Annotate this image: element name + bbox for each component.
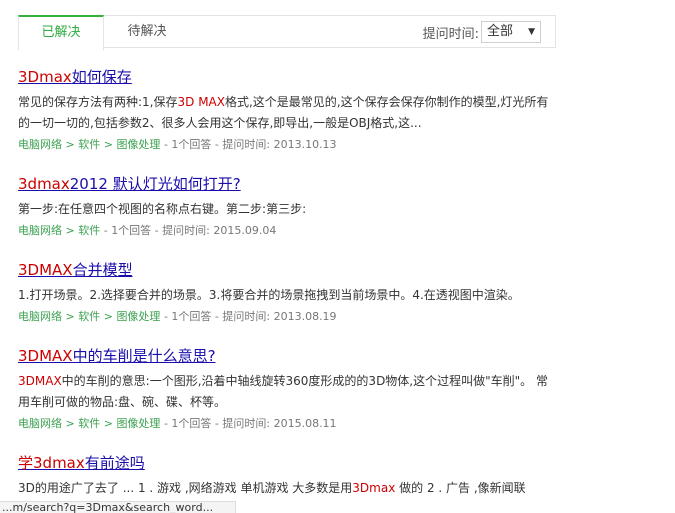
time-filter: 提问时间: 全部 ▼ <box>423 21 541 43</box>
answer-count: 1个回答 <box>171 310 212 323</box>
category-link[interactable]: 图像处理 <box>116 417 160 430</box>
ask-time: 提问时间: 2013.08.19 <box>222 310 337 323</box>
category-link[interactable]: 软件 <box>78 138 100 151</box>
ask-time: 提问时间: 2015.09.04 <box>162 224 277 237</box>
answer-count: 1个回答 <box>171 417 212 430</box>
time-filter-label: 提问时间: <box>422 26 479 42</box>
tab-bar: 已解决 待解决 提问时间: 全部 ▼ <box>18 15 556 50</box>
tab-solved[interactable]: 已解决 <box>18 15 104 50</box>
result-meta: 电脑网络 > 软件 > 图像处理 - 1个回答 - 提问时间: 2013.10.… <box>18 138 337 151</box>
title-highlight: 学3dmax <box>18 454 85 472</box>
title-text: 如何保存 <box>71 68 132 86</box>
result-snippet: 常见的保存方法有两种:1,保存3D MAX格式,这个是最常见的,这个保存会保存你… <box>18 95 549 130</box>
result-meta: 电脑网络 > 软件 > 图像处理 - 1个回答 - 提问时间: 2015.08.… <box>18 417 337 430</box>
result-title-link[interactable]: 3Dmax如何保存 <box>18 67 132 87</box>
title-highlight: 3DMAX <box>18 347 73 365</box>
browser-status-bar: ...m/search?q=3Dmax&search_word... <box>0 501 236 513</box>
result-item: 3DMAX中的车削是什么意思? 3DMAX中的车削的意思:一个图形,沿着中轴线旋… <box>18 346 558 433</box>
answer-count: 1个回答 <box>171 138 212 151</box>
result-meta: 电脑网络 > 软件 > 图像处理 - 1个回答 - 提问时间: 2013.08.… <box>18 310 337 323</box>
result-snippet: 1.打开场景。2.选择要合并的场景。3.将要合并的场景拖拽到当前场景中。4.在透… <box>18 288 520 302</box>
ask-time: 提问时间: 2015.08.11 <box>222 417 337 430</box>
title-highlight: 3DMAX <box>18 261 73 279</box>
title-text: 有前途吗 <box>84 454 145 472</box>
status-url: ...m/search?q=3Dmax&search_word... <box>2 501 214 513</box>
result-item: 3Dmax如何保存 常见的保存方法有两种:1,保存3D MAX格式,这个是最常见… <box>18 67 558 154</box>
answer-count: 1个回答 <box>111 224 152 237</box>
result-title-link[interactable]: 3DMAX合并模型 <box>18 260 133 280</box>
time-filter-select[interactable]: 全部 ▼ <box>481 21 541 43</box>
category-link[interactable]: 电脑网络 <box>18 224 62 237</box>
category-link[interactable]: 电脑网络 <box>18 417 62 430</box>
result-snippet: 第一步:在任意四个视图的名称点右键。第二步:第三步: <box>18 202 307 216</box>
category-link[interactable]: 图像处理 <box>116 138 160 151</box>
title-text: 2012 默认灯光如何打开? <box>69 175 241 193</box>
result-snippet: 3DMAX中的车削的意思:一个图形,沿着中轴线旋转360度形成的的3D物体,这个… <box>18 374 548 409</box>
result-snippet: 3D的用途广了去了 ... 1 . 游戏 ,网络游戏 单机游戏 大多数是用3Dm… <box>18 481 526 495</box>
category-link[interactable]: 电脑网络 <box>18 138 62 151</box>
category-link[interactable]: 图像处理 <box>116 310 160 323</box>
result-title-link[interactable]: 3dmax2012 默认灯光如何打开? <box>18 174 241 194</box>
title-highlight: 3Dmax <box>18 68 72 86</box>
ask-time: 提问时间: 2013.10.13 <box>222 138 337 151</box>
result-item: 3DMAX合并模型 1.打开场景。2.选择要合并的场景。3.将要合并的场景拖拽到… <box>18 260 558 326</box>
result-title-link[interactable]: 3DMAX中的车削是什么意思? <box>18 346 216 366</box>
title-highlight: 3dmax <box>18 175 70 193</box>
category-link[interactable]: 软件 <box>78 310 100 323</box>
title-text: 中的车削是什么意思? <box>72 347 216 365</box>
result-meta: 电脑网络 > 软件 - 1个回答 - 提问时间: 2015.09.04 <box>18 224 277 237</box>
time-filter-selected: 全部 <box>487 24 514 39</box>
result-item: 学3dmax有前途吗 3D的用途广了去了 ... 1 . 游戏 ,网络游戏 单机… <box>18 453 558 499</box>
category-link[interactable]: 软件 <box>78 417 100 430</box>
result-item: 3dmax2012 默认灯光如何打开? 第一步:在任意四个视图的名称点右键。第二… <box>18 174 558 240</box>
tab-pending[interactable]: 待解决 <box>106 15 188 49</box>
category-link[interactable]: 软件 <box>78 224 100 237</box>
title-text: 合并模型 <box>72 261 133 279</box>
category-link[interactable]: 电脑网络 <box>18 310 62 323</box>
result-title-link[interactable]: 学3dmax有前途吗 <box>18 453 145 473</box>
dropdown-arrow-icon: ▼ <box>528 27 535 37</box>
